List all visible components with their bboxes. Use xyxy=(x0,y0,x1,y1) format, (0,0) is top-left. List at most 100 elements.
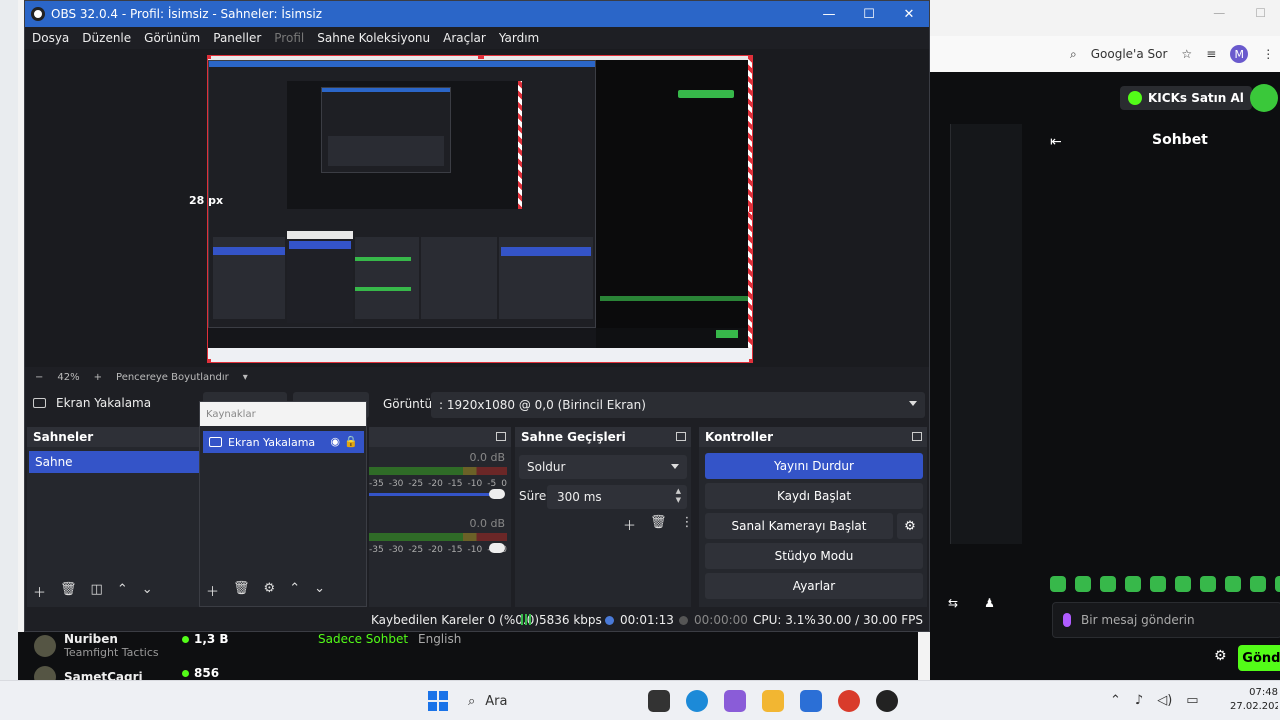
chevron-down-icon[interactable]: ▾ xyxy=(243,372,248,383)
collapse-chat-icon[interactable]: ⇤ xyxy=(1050,134,1062,150)
list-item[interactable]: Nuriben Teamfight Tactics 1,3 B xyxy=(34,632,229,659)
emote-icon[interactable] xyxy=(1150,576,1166,592)
media-control-icon[interactable]: ≡ xyxy=(1206,47,1216,61)
task-view-icon[interactable] xyxy=(648,690,670,712)
visibility-eye-icon[interactable]: ◉ xyxy=(330,435,340,448)
menu-scene-collection[interactable]: Sahne Koleksiyonu xyxy=(317,31,430,45)
sources-dock-header[interactable]: Kaynaklar xyxy=(200,402,366,426)
undock-icon[interactable] xyxy=(496,432,506,441)
stepper-arrows-icon[interactable]: ▲ ▼ xyxy=(676,487,681,505)
filter-icon[interactable]: ◫ xyxy=(91,582,103,601)
resize-handle[interactable] xyxy=(208,359,211,362)
emote-icon[interactable] xyxy=(1225,576,1241,592)
kick-buy-button[interactable]: KICKs Satın Al xyxy=(1120,86,1252,110)
move-down-icon[interactable]: ⌄ xyxy=(314,581,325,600)
emote-icon[interactable] xyxy=(1075,576,1091,592)
trash-icon[interactable]: 🗑 xyxy=(650,515,667,534)
minimize-icon[interactable]: — xyxy=(1213,6,1225,20)
trash-icon[interactable]: 🗑 xyxy=(60,582,77,601)
menu-docks[interactable]: Paneller xyxy=(213,31,261,45)
preview-canvas[interactable] xyxy=(207,55,753,363)
gear-icon[interactable]: ⚙ xyxy=(264,581,276,600)
copilot-icon[interactable] xyxy=(724,690,746,712)
add-icon[interactable]: ＋ xyxy=(623,515,636,534)
bookmark-star-icon[interactable]: ☆ xyxy=(1181,47,1192,61)
google-lens-icon[interactable]: ⌕ xyxy=(1070,47,1077,62)
file-explorer-icon[interactable] xyxy=(762,690,784,712)
undock-icon[interactable] xyxy=(676,432,686,441)
volume-slider-handle[interactable] xyxy=(489,543,505,553)
zoom-in-button[interactable]: + xyxy=(94,372,102,383)
add-icon[interactable]: ＋ xyxy=(33,582,46,601)
stop-stream-button[interactable]: Yayını Durdur xyxy=(705,453,923,479)
virtual-camera-settings-icon[interactable]: ⚙ xyxy=(897,513,923,539)
start-virtual-camera-button[interactable]: Sanal Kamerayı Başlat xyxy=(705,513,893,539)
menu-file[interactable]: Dosya xyxy=(32,31,69,45)
language-tag[interactable]: English xyxy=(418,632,461,646)
store-icon[interactable] xyxy=(800,690,822,712)
zoom-out-button[interactable]: − xyxy=(35,372,43,383)
start-recording-button[interactable]: Kaydı Başlat xyxy=(705,483,923,509)
share-icon[interactable]: ⇆ xyxy=(948,596,958,610)
resize-handle[interactable] xyxy=(749,359,752,362)
trash-icon[interactable]: 🗑 xyxy=(233,581,250,600)
mic-icon[interactable]: ♪ xyxy=(1135,693,1143,708)
menu-profile[interactable]: Profil xyxy=(274,31,304,45)
duration-input[interactable]: 300 ms ▲ ▼ xyxy=(547,485,687,509)
resize-handle[interactable] xyxy=(749,206,752,212)
follow-user-icon[interactable]: ♟ xyxy=(984,596,995,610)
menu-help[interactable]: Yardım xyxy=(499,31,539,45)
obs-taskbar-icon[interactable] xyxy=(876,690,898,712)
studio-mode-button[interactable]: Stüdyo Modu xyxy=(705,543,923,569)
menu-tools[interactable]: Araçlar xyxy=(443,31,486,45)
close-button[interactable]: ✕ xyxy=(889,1,929,27)
windows-start-icon[interactable] xyxy=(428,691,448,711)
emote-icon[interactable] xyxy=(1125,576,1141,592)
edge-browser-icon[interactable] xyxy=(686,690,708,712)
menu-edit[interactable]: Düzenle xyxy=(82,31,131,45)
volume-slider-handle[interactable] xyxy=(489,489,505,499)
menu-view[interactable]: Görünüm xyxy=(144,31,200,45)
battery-icon[interactable]: ▭ xyxy=(1186,693,1198,708)
system-clock[interactable]: 07:48 27.02.2026 xyxy=(1230,686,1278,714)
volume-slider[interactable] xyxy=(369,493,499,496)
browser-menu-icon[interactable]: ⋮ xyxy=(1262,47,1274,61)
preview-area[interactable]: 28 px xyxy=(25,49,929,367)
emote-icon[interactable] xyxy=(1175,576,1191,592)
move-up-icon[interactable]: ⌃ xyxy=(117,582,128,601)
chrome-icon[interactable] xyxy=(838,690,860,712)
volume-icon[interactable]: ◁) xyxy=(1157,693,1172,708)
resize-handle[interactable] xyxy=(478,56,484,59)
undock-icon[interactable] xyxy=(912,432,922,441)
fit-to-window-button[interactable]: Pencereye Boyutlandır xyxy=(116,372,229,383)
chat-only-tag[interactable]: Sadece Sohbet xyxy=(318,632,408,646)
minimize-button[interactable]: — xyxy=(809,1,849,27)
emote-icon[interactable] xyxy=(1250,576,1266,592)
profile-avatar[interactable]: M xyxy=(1230,45,1249,63)
chat-settings-icon[interactable]: ⚙ xyxy=(1214,648,1227,664)
move-up-icon[interactable]: ⌃ xyxy=(289,581,300,600)
lock-icon[interactable]: 🔒 xyxy=(344,435,358,448)
more-options-icon[interactable]: ⋮ xyxy=(681,515,694,534)
add-icon[interactable]: ＋ xyxy=(206,581,219,600)
scene-item[interactable]: Sahne xyxy=(29,451,201,473)
emote-icon[interactable] xyxy=(1050,576,1066,592)
chat-message-input[interactable]: Bir mesaj gönderin xyxy=(1052,602,1280,638)
move-down-icon[interactable]: ⌄ xyxy=(142,582,153,601)
taskbar-search[interactable]: ⌕ Ara xyxy=(460,687,640,715)
resize-handle[interactable] xyxy=(208,56,211,59)
display-select[interactable]: : 1920x1080 @ 0,0 (Birincil Ekran) xyxy=(431,392,925,418)
tray-overflow-icon[interactable]: ⌃ xyxy=(1110,693,1121,708)
emote-icon[interactable] xyxy=(1200,576,1216,592)
emote-icon[interactable] xyxy=(1275,576,1280,592)
maximize-button[interactable]: ☐ xyxy=(849,1,889,27)
settings-button[interactable]: Ayarlar xyxy=(705,573,923,599)
transition-select[interactable]: Soldur xyxy=(519,455,687,479)
resize-handle[interactable] xyxy=(749,56,752,59)
google-search-button[interactable]: Google'a Sor xyxy=(1091,47,1168,61)
mic-icon[interactable] xyxy=(1063,613,1071,627)
user-avatar[interactable] xyxy=(1250,84,1278,112)
chat-send-button[interactable]: Gönder xyxy=(1238,645,1280,671)
maximize-icon[interactable]: ☐ xyxy=(1255,6,1266,20)
source-item[interactable]: Ekran Yakalama ◉ 🔒 xyxy=(203,431,364,453)
